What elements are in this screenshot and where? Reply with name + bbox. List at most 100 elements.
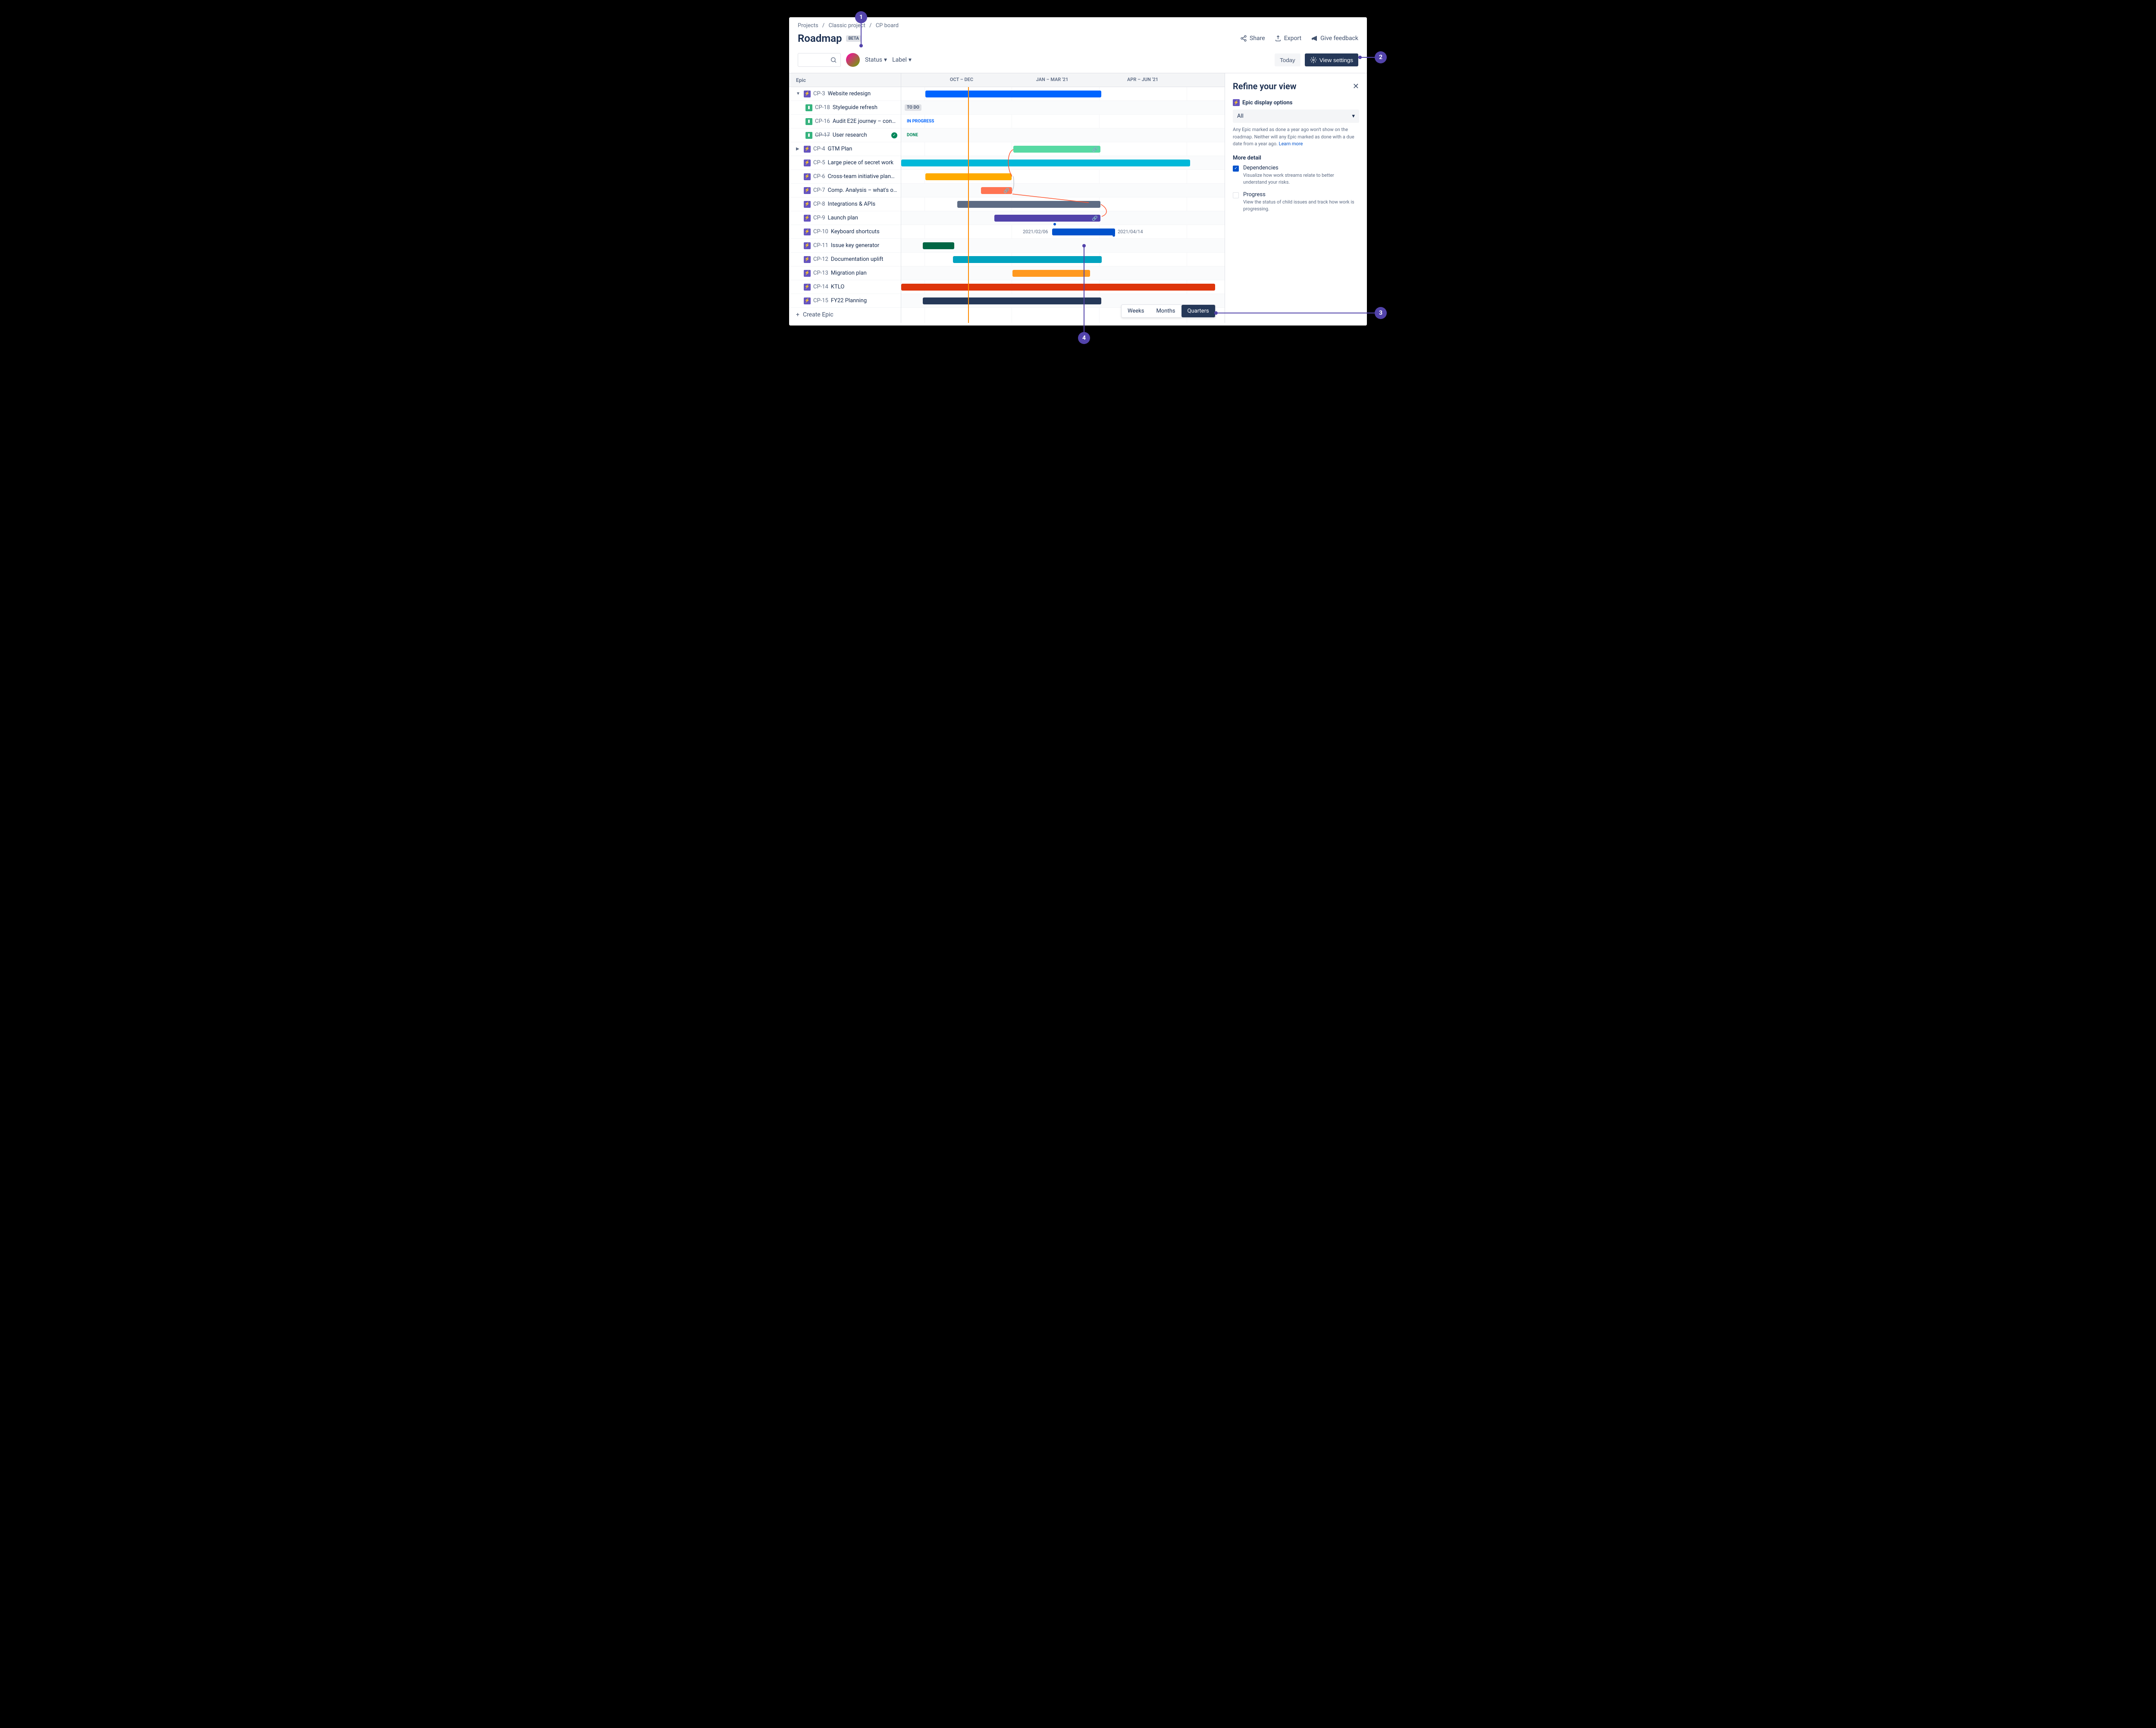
issue-key: CP-3 — [813, 91, 825, 97]
learn-more-link[interactable]: Learn more — [1279, 141, 1303, 147]
chevron-down-icon: ▾ — [1352, 113, 1355, 119]
timeline-row[interactable] — [901, 266, 1225, 280]
zoom-months[interactable]: Months — [1150, 305, 1181, 317]
epic-bar[interactable] — [1012, 270, 1090, 277]
timeline-row[interactable] — [901, 197, 1225, 211]
issue-key: CP-8 — [813, 201, 825, 207]
share-button[interactable]: Share — [1240, 35, 1265, 42]
issue-row[interactable]: ▮CP-16Audit E2E journey – consu... — [789, 115, 901, 128]
zoom-weeks[interactable]: Weeks — [1122, 305, 1150, 317]
epic-bar[interactable] — [923, 297, 1101, 304]
timeline-row[interactable]: 🔗 — [901, 184, 1225, 197]
issue-row[interactable]: ▶⚡CP-4GTM Plan — [789, 142, 901, 156]
issue-row[interactable]: ▼⚡CP-3Website redesign — [789, 87, 901, 101]
issue-key: CP-17 — [815, 132, 830, 138]
dependencies-checkbox[interactable]: ✓ — [1233, 166, 1239, 172]
refine-panel: Refine your view ✕ ⚡ Epic display option… — [1225, 73, 1367, 323]
epic-bar[interactable]: 🔗 — [994, 215, 1100, 222]
issue-title: Migration plan — [831, 270, 897, 276]
issue-title: Large piece of secret work — [828, 160, 897, 166]
timeline-row[interactable]: IN PROGRESS — [901, 115, 1225, 128]
issue-title: Launch plan — [828, 215, 897, 221]
issue-row[interactable]: ⚡CP-13Migration plan — [789, 266, 901, 280]
link-icon: 🔗 — [1092, 216, 1098, 221]
issue-row[interactable]: ⚡CP-10Keyboard shortcuts — [789, 225, 901, 239]
close-icon[interactable]: ✕ — [1353, 82, 1359, 91]
megaphone-icon — [1311, 35, 1318, 42]
epic-options-select[interactable]: All ▾ — [1233, 110, 1359, 123]
zoom-quarters[interactable]: Quarters — [1181, 305, 1215, 317]
label-filter[interactable]: Label ▾ — [892, 56, 912, 63]
timeline-row[interactable] — [901, 239, 1225, 253]
search-input[interactable] — [798, 53, 841, 67]
avatar[interactable] — [846, 53, 860, 67]
sidebar-header: Epic — [789, 73, 901, 87]
panel-desc: Any Epic marked as done a year ago won't… — [1233, 126, 1359, 148]
issue-row[interactable]: ▮CP-17User research✓ — [789, 128, 901, 142]
app-window: Projects / Classic project / CP board Ro… — [789, 17, 1367, 326]
status-badge: IN PROGRESS — [905, 118, 936, 125]
export-icon — [1275, 35, 1282, 42]
issue-row[interactable]: ⚡CP-9Launch plan — [789, 211, 901, 225]
chevron-down-icon: ▾ — [884, 56, 887, 63]
view-settings-button[interactable]: View settings — [1305, 53, 1358, 66]
issue-key: CP-6 — [813, 173, 825, 180]
epic-icon: ⚡ — [804, 284, 811, 291]
timeline-row[interactable] — [901, 280, 1225, 294]
chevron-right-icon[interactable]: ▶ — [796, 147, 801, 151]
epic-bar[interactable] — [953, 256, 1102, 263]
epic-bar[interactable] — [901, 284, 1215, 291]
epic-icon: ⚡ — [804, 242, 811, 249]
today-button[interactable]: Today — [1275, 53, 1300, 66]
feedback-button[interactable]: Give feedback — [1311, 35, 1358, 42]
issue-row[interactable]: ⚡CP-12Documentation uplift — [789, 253, 901, 266]
issue-row[interactable]: ⚡CP-7Comp. Analysis – what's out the... — [789, 184, 901, 197]
story-icon: ▮ — [805, 132, 812, 139]
create-epic-button[interactable]: + Create Epic — [789, 308, 901, 322]
breadcrumb-link[interactable]: Classic project — [829, 22, 865, 29]
timeline-row[interactable] — [901, 170, 1225, 184]
issue-row[interactable]: ▮CP-18Styleguide refresh — [789, 101, 901, 115]
timeline-row[interactable]: 🔗 — [901, 211, 1225, 225]
epic-icon: ⚡ — [804, 201, 811, 208]
epic-bar[interactable] — [1052, 229, 1115, 235]
zoom-control: Weeks Months Quarters — [1121, 304, 1216, 318]
epic-bar[interactable] — [925, 91, 1101, 97]
timeline-row[interactable]: TO DO — [901, 101, 1225, 115]
breadcrumb-link[interactable]: Projects — [798, 22, 818, 29]
gear-icon — [1310, 56, 1317, 63]
issue-row[interactable]: ⚡CP-15FY22 Planning — [789, 294, 901, 308]
timeline-row[interactable] — [901, 156, 1225, 170]
timeline-row[interactable]: DONE — [901, 128, 1225, 142]
epic-bar[interactable] — [901, 160, 1190, 166]
issue-row[interactable]: ⚡CP-8Integrations & APIs — [789, 197, 901, 211]
search-icon — [830, 56, 837, 63]
progress-checkbox[interactable] — [1233, 192, 1239, 198]
issue-row[interactable]: ⚡CP-14KTLO — [789, 280, 901, 294]
status-filter[interactable]: Status ▾ — [865, 56, 887, 63]
epic-bar[interactable] — [923, 242, 954, 249]
annotation-2: 2 — [1375, 51, 1387, 63]
epic-bar[interactable]: 🔗 — [981, 187, 1012, 194]
timeline-row[interactable]: 2021/02/062021/04/14 — [901, 225, 1225, 239]
chevron-down-icon[interactable]: ▼ — [796, 91, 801, 96]
timeline-row[interactable] — [901, 87, 1225, 101]
issue-row[interactable]: ⚡CP-6Cross-team initiative planning — [789, 170, 901, 184]
more-detail-label: More detail — [1233, 155, 1359, 161]
timeline-row[interactable]: 🔗 — [901, 142, 1225, 156]
epic-icon: ⚡ — [804, 297, 811, 304]
issue-row[interactable]: ⚡CP-5Large piece of secret work — [789, 156, 901, 170]
epic-bar[interactable] — [957, 201, 1100, 208]
issue-key: CP-14 — [813, 284, 828, 290]
issue-title: Audit E2E journey – consu... — [833, 118, 897, 125]
timeline-row[interactable] — [901, 253, 1225, 266]
issue-row[interactable]: ⚡CP-11Issue key generator — [789, 239, 901, 253]
issue-title: Documentation uplift — [831, 256, 897, 263]
status-badge: DONE — [905, 132, 920, 138]
epic-bar[interactable]: 🔗 — [1013, 146, 1100, 153]
issue-key: CP-16 — [815, 118, 830, 125]
page-title: Roadmap — [798, 32, 842, 44]
breadcrumb-link[interactable]: CP board — [876, 22, 899, 29]
export-button[interactable]: Export — [1275, 35, 1301, 42]
epic-sidebar: Epic ▼⚡CP-3Website redesign▮CP-18Stylegu… — [789, 73, 901, 323]
